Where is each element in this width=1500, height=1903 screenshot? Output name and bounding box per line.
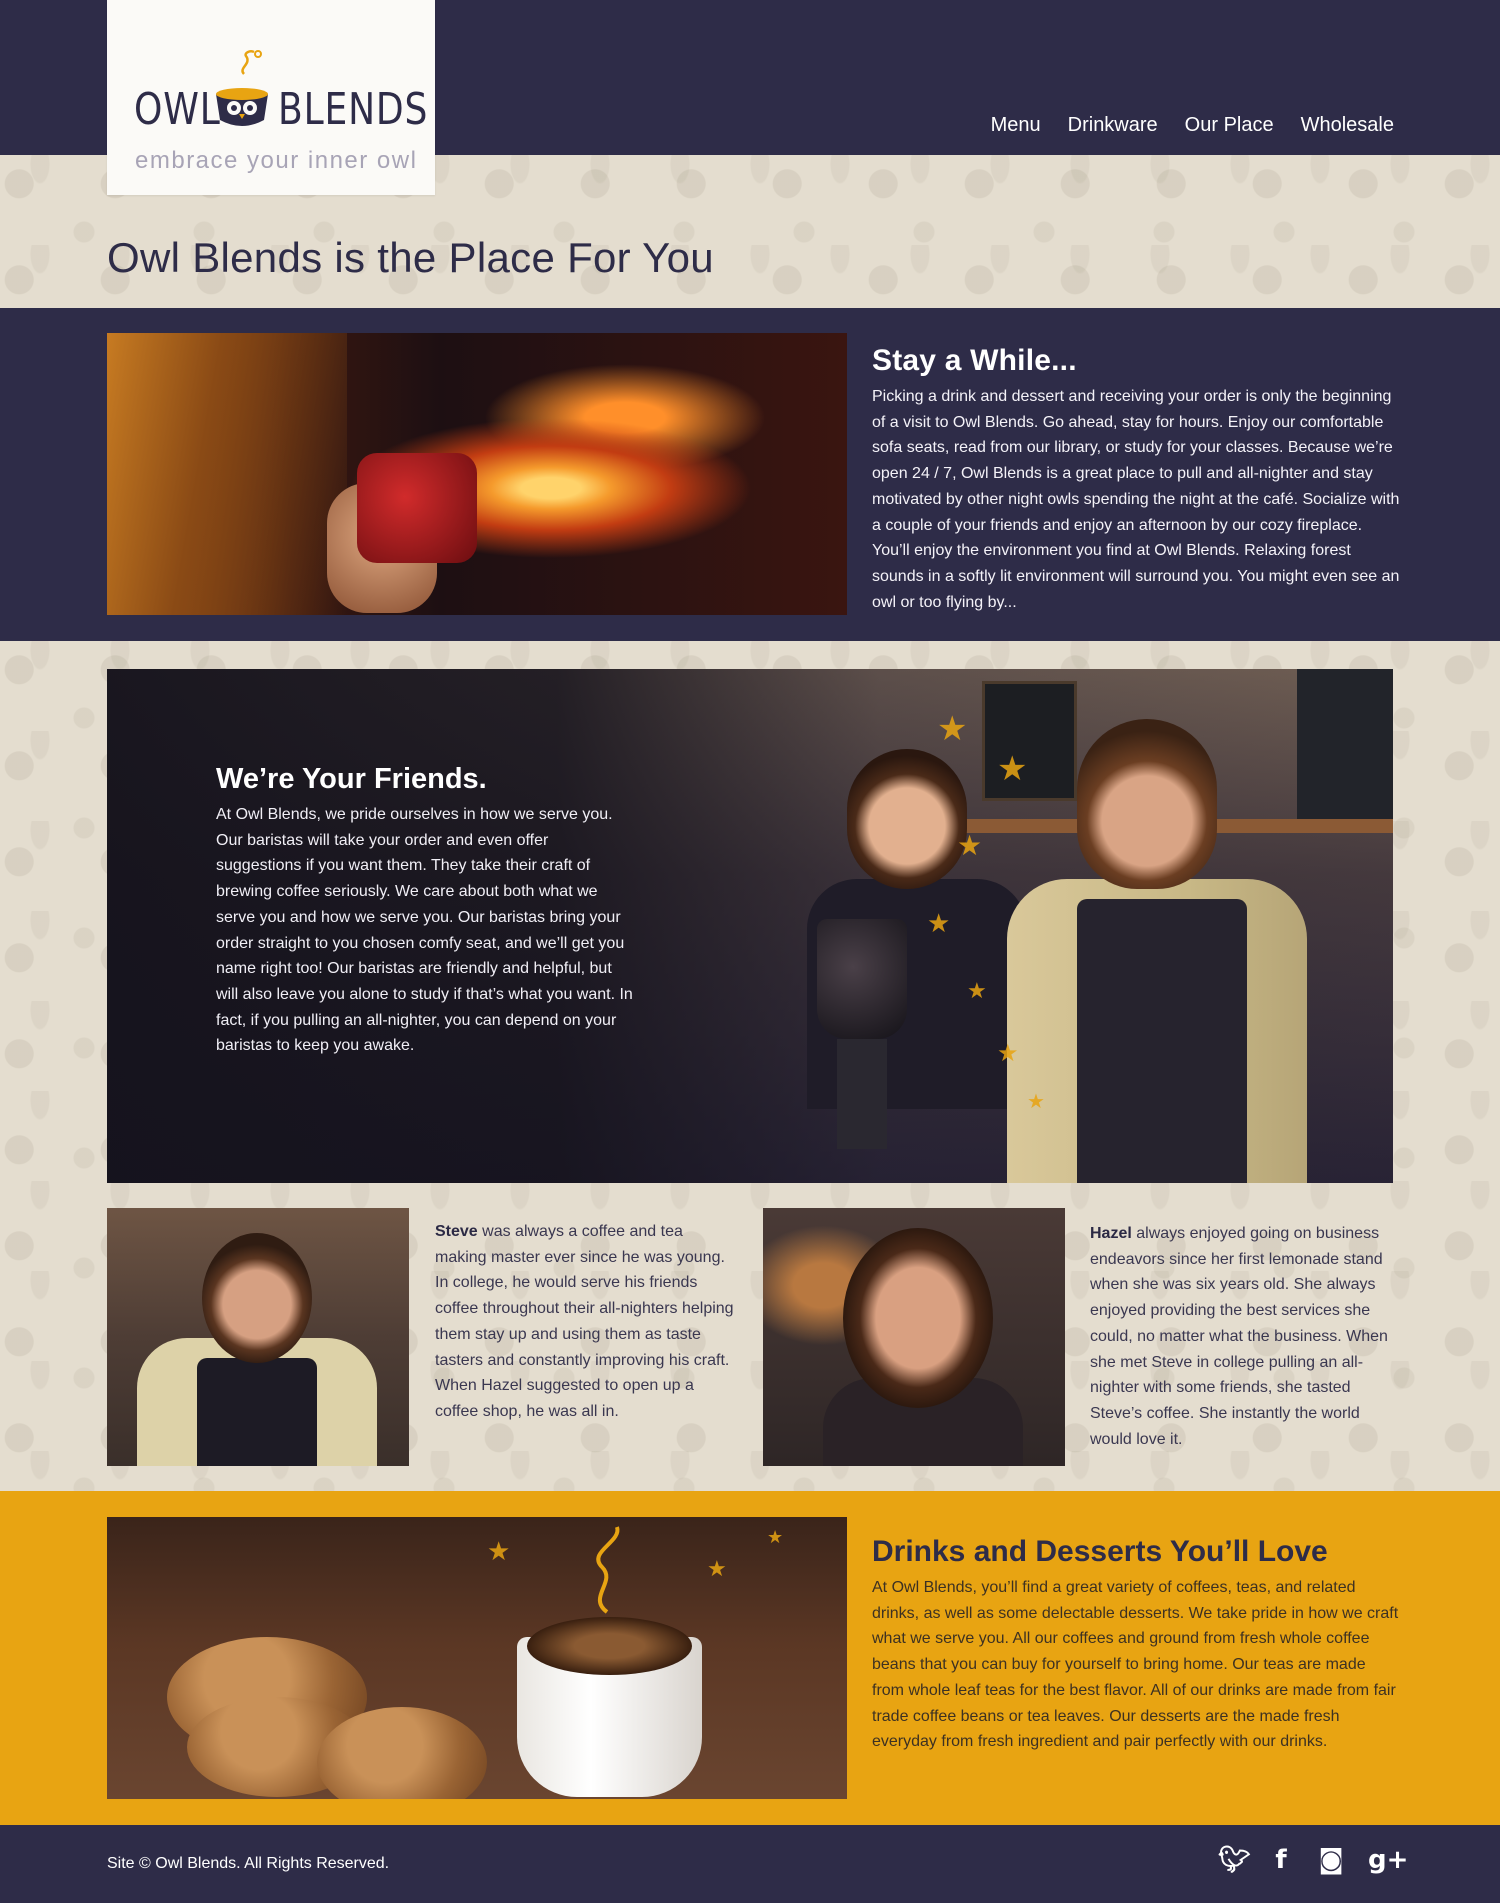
twitter-icon[interactable]: 🐦︎ (1218, 1845, 1251, 1875)
fireplace-photo (107, 333, 847, 615)
owl-cup-icon (216, 88, 268, 126)
social-links: 🐦︎ f ◙ g+ (1218, 1845, 1408, 1875)
page-title: Owl Blends is the Place For You (107, 234, 714, 281)
facebook-icon[interactable]: f (1268, 1845, 1294, 1875)
hazel-photo (763, 1208, 1065, 1466)
hazel-bio: Hazel always enjoyed going on business e… (1090, 1221, 1400, 1452)
steve-name: Steve (435, 1223, 478, 1240)
nav-menu[interactable]: Menu (991, 114, 1041, 137)
nav-drinkware[interactable]: Drinkware (1068, 114, 1158, 137)
logo-text-right: BLENDS (278, 84, 429, 135)
instagram-icon[interactable]: ◙ (1318, 1845, 1344, 1875)
nav-our-place[interactable]: Our Place (1185, 114, 1274, 137)
stay-body: Picking a drink and dessert and receivin… (872, 388, 1400, 611)
stay-text: Stay a While... Picking a drink and dess… (872, 344, 1402, 615)
logo-text-left: OWL (134, 84, 221, 135)
hazel-bio-text: always enjoyed going on business endeavo… (1090, 1225, 1388, 1448)
friends-heading: We’re Your Friends. (216, 763, 487, 795)
main-nav: Menu Drinkware Our Place Wholesale (991, 114, 1394, 137)
drinks-text: Drinks and Desserts You’ll Love At Owl B… (872, 1535, 1402, 1755)
hazel-name: Hazel (1090, 1225, 1132, 1242)
logo[interactable]: OWL BLENDS embrace your inner owl (107, 0, 435, 195)
steve-bio-text: was always a coffee and tea making maste… (435, 1223, 734, 1420)
steve-photo (107, 1208, 409, 1466)
friends-text: We’re Your Friends. At Owl Blends, we pr… (216, 763, 636, 1059)
nav-wholesale[interactable]: Wholesale (1301, 114, 1394, 137)
friends-body: At Owl Blends, we pride ourselves in how… (216, 806, 633, 1055)
footer-copyright: Site © Owl Blends. All Rights Reserved. (107, 1855, 390, 1872)
logo-tagline: embrace your inner owl (135, 147, 418, 174)
stay-heading: Stay a While... (872, 344, 1077, 377)
drinks-body: At Owl Blends, you’ll find a great varie… (872, 1579, 1399, 1751)
google-plus-icon[interactable]: g+ (1368, 1845, 1408, 1875)
steve-bio: Steve was always a coffee and tea making… (435, 1219, 735, 1425)
coffee-dessert-photo: ★ ★ ★ (107, 1517, 847, 1799)
drinks-heading: Drinks and Desserts You’ll Love (872, 1535, 1328, 1568)
steam-icon (241, 50, 262, 75)
